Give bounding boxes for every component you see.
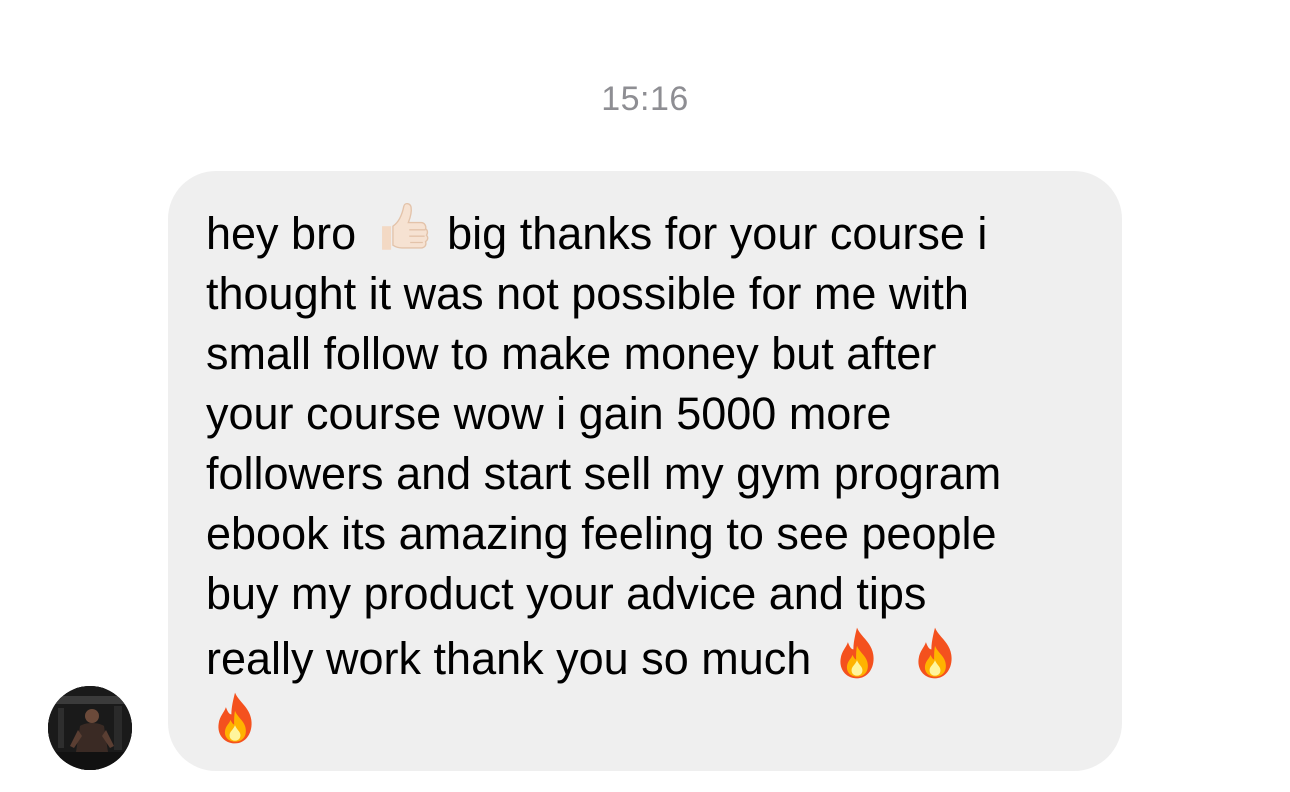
message-line bbox=[206, 689, 1086, 754]
message-line: thought it was not possible for me with bbox=[206, 268, 969, 319]
message-text: hey bro big thanks for your course i tho… bbox=[206, 199, 1086, 754]
message-line: really work thank you so much bbox=[206, 624, 1086, 689]
fire-emoji-icon bbox=[828, 624, 886, 682]
message-line-text: big thanks for your course i bbox=[447, 208, 988, 259]
message-line-text: really work thank you so much bbox=[206, 633, 812, 684]
received-message-bubble[interactable]: hey bro big thanks for your course i tho… bbox=[168, 171, 1122, 771]
message-line-text: hey bro bbox=[206, 208, 357, 259]
message-line: followers and start sell my gym program bbox=[206, 448, 1002, 499]
fire-emoji-icon bbox=[206, 689, 264, 747]
message-line: buy my product your advice and tips bbox=[206, 568, 927, 619]
thumbs-up-emoji-icon bbox=[373, 199, 431, 257]
sender-avatar[interactable] bbox=[48, 686, 132, 770]
message-line: ebook its amazing feeling to see people bbox=[206, 508, 997, 559]
message-line: hey bro big thanks for your course i bbox=[206, 199, 1086, 264]
fire-emoji-icon bbox=[906, 624, 964, 682]
message-line: small follow to make money but after bbox=[206, 328, 937, 379]
message-line: your course wow i gain 5000 more bbox=[206, 388, 892, 439]
message-timestamp: 15:16 bbox=[601, 80, 689, 118]
profile-photo-icon bbox=[48, 686, 132, 770]
